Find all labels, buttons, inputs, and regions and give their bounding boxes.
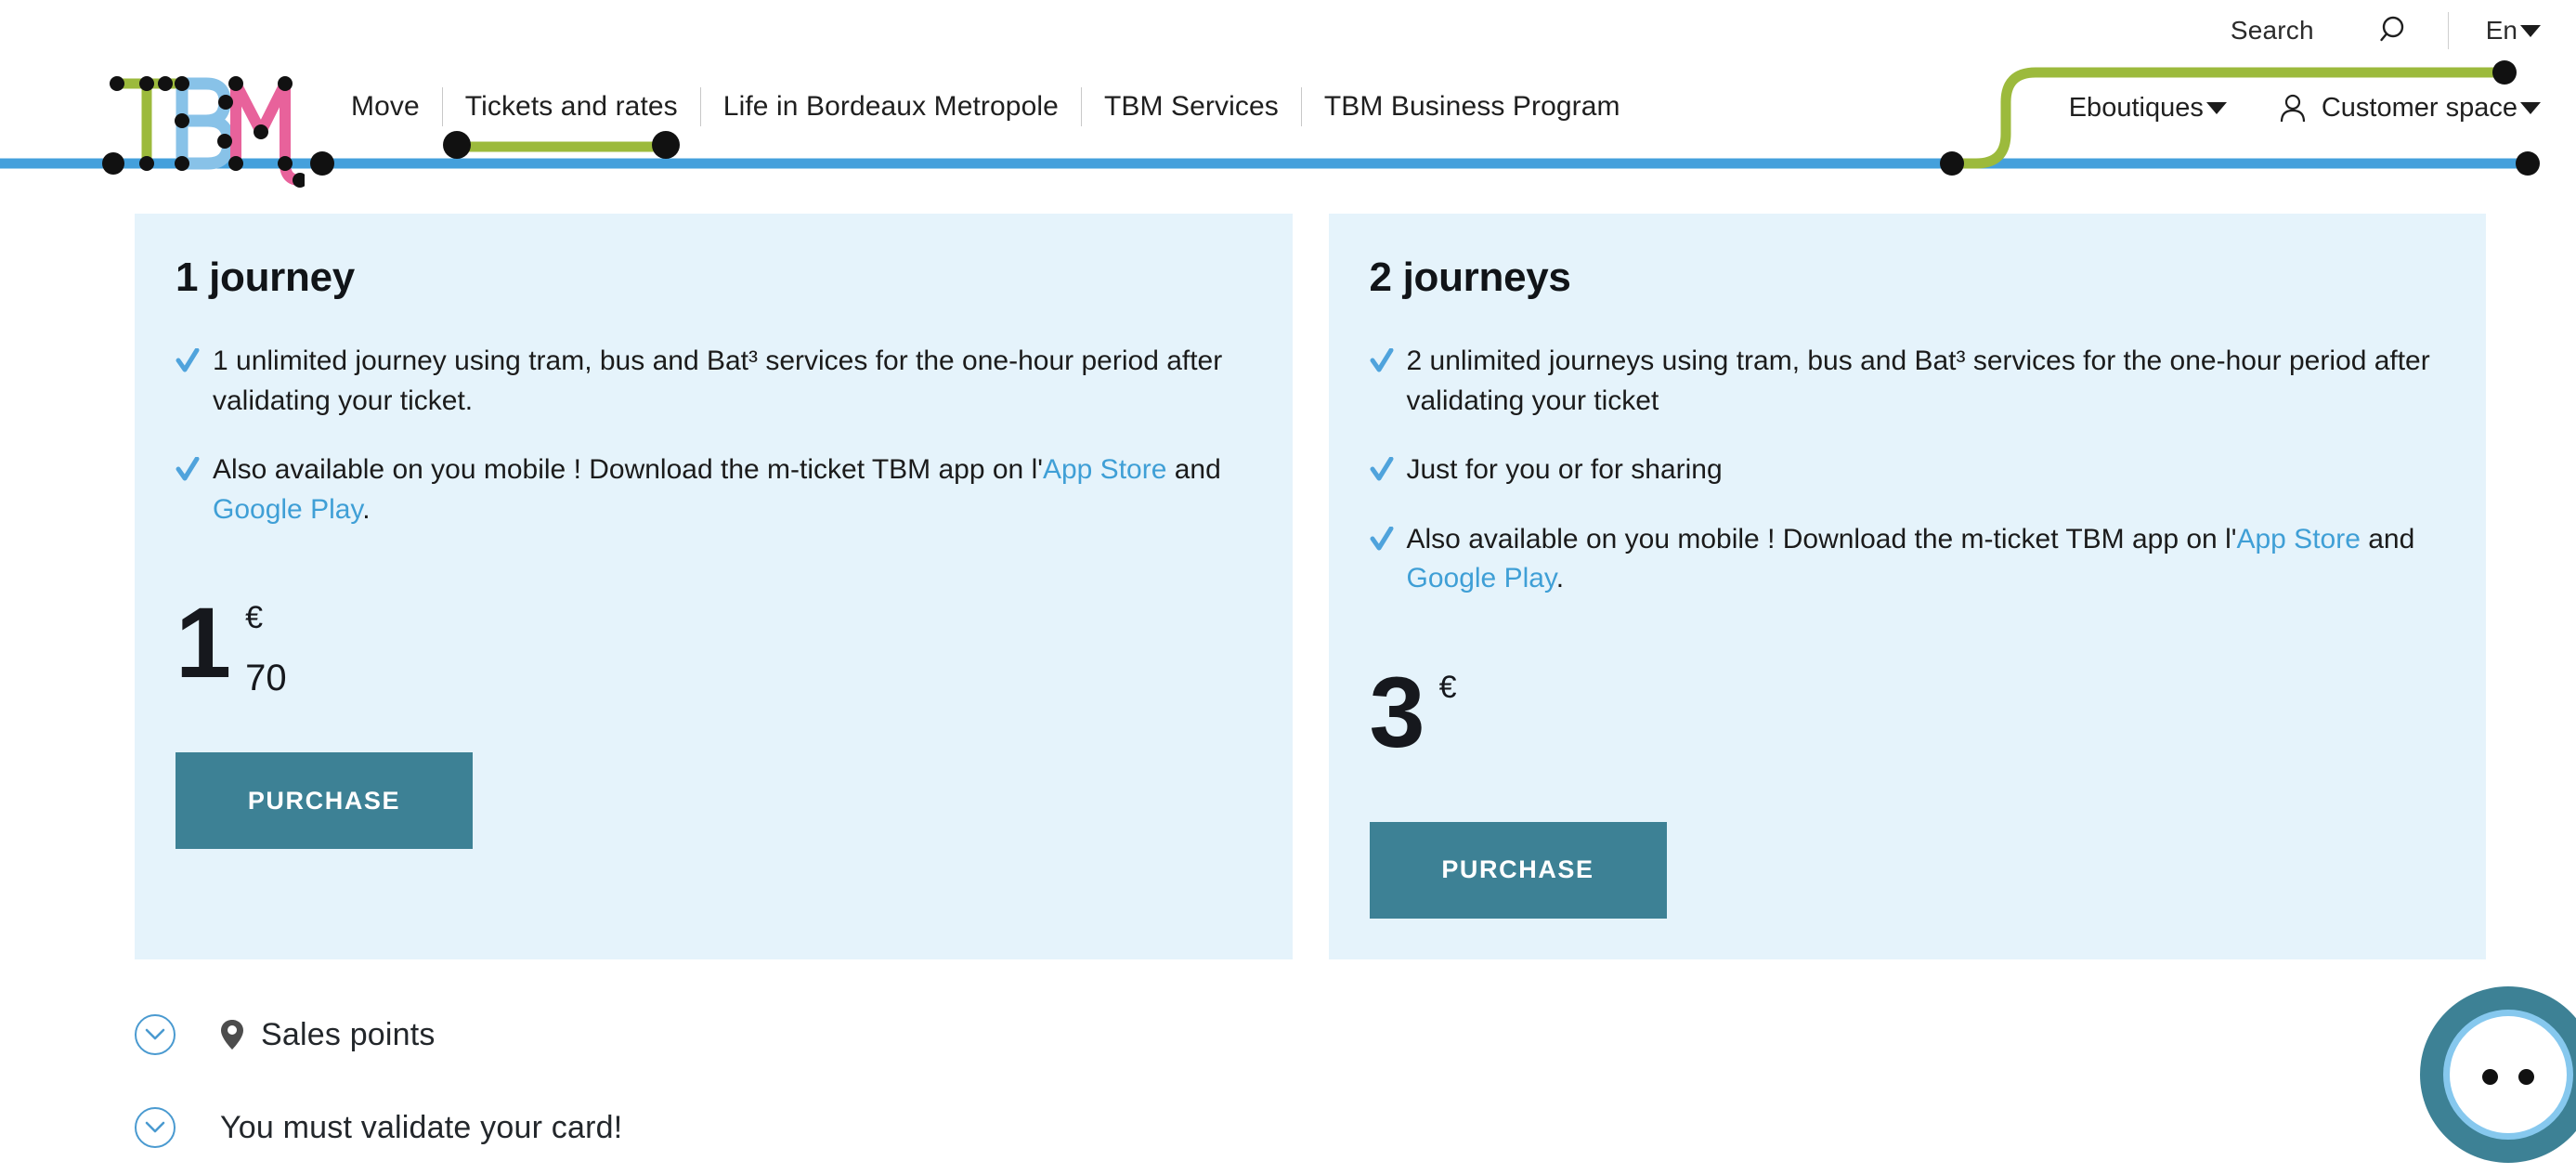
accordion-list: Sales points You must validate your card… xyxy=(135,988,2456,1174)
check-icon xyxy=(176,348,200,376)
feature-text: Just for you or for sharing xyxy=(1407,450,1723,490)
purchase-button[interactable]: PURCHASE xyxy=(1370,822,1667,919)
feature-item: 2 unlimited journeys using tram, bus and… xyxy=(1370,342,2446,421)
nav-item-tickets-and-rates[interactable]: Tickets and rates xyxy=(443,91,700,123)
google-play-link[interactable]: Google Play xyxy=(213,494,362,525)
check-icon xyxy=(1370,457,1394,485)
chevron-down-icon[interactable] xyxy=(135,1107,176,1148)
feature-text: Also available on you mobile ! Download … xyxy=(213,450,1252,529)
language-label: En xyxy=(2486,16,2517,46)
chat-avatar-eye-left xyxy=(2482,1069,2498,1085)
feature-text: 1 unlimited journey using tram, bus and … xyxy=(213,342,1252,421)
card-title: 1 journey xyxy=(176,254,1252,301)
main-navigation: Move Tickets and rates Life in Bordeaux … xyxy=(351,87,1643,126)
nav-item-life-in-bordeaux-metropole[interactable]: Life in Bordeaux Metropole xyxy=(701,91,1081,123)
feature-text: Also available on you mobile ! Download … xyxy=(1407,520,2446,599)
chevron-down-icon xyxy=(2520,25,2541,37)
feature-text-mid: and xyxy=(1166,454,1220,485)
accordion-label: Sales points xyxy=(261,1017,436,1053)
price-currency: € xyxy=(1439,672,1457,703)
app-store-link[interactable]: App Store xyxy=(2236,524,2360,554)
feature-item: 1 unlimited journey using tram, bus and … xyxy=(176,342,1252,421)
map-pin-icon xyxy=(220,1019,244,1050)
fare-card-2-journeys: 2 journeys 2 unlimited journeys using tr… xyxy=(1329,214,2487,959)
fare-card-1-journey: 1 journey 1 unlimited journey using tram… xyxy=(135,214,1293,959)
person-icon xyxy=(2279,94,2307,124)
price-suffix: € 70 xyxy=(245,602,287,697)
google-play-link[interactable]: Google Play xyxy=(1407,563,1556,594)
price-currency: € xyxy=(245,602,287,633)
price-display: 1 € 70 xyxy=(176,596,1252,698)
secondary-navigation: Eboutiques Customer space xyxy=(2069,93,2541,124)
top-utility-bar: Search En xyxy=(0,0,2576,61)
feature-item: Also available on you mobile ! Download … xyxy=(176,450,1252,529)
price-integer: 1 xyxy=(176,596,230,688)
feature-text-post: . xyxy=(1556,563,1564,594)
chevron-down-icon xyxy=(2206,102,2227,114)
topbar-divider xyxy=(2448,12,2449,49)
nav-item-customer-space[interactable]: Customer space xyxy=(2279,93,2541,124)
check-icon xyxy=(1370,348,1394,376)
price-suffix: € xyxy=(1439,672,1457,703)
app-store-link[interactable]: App Store xyxy=(1043,454,1166,485)
check-icon xyxy=(1370,527,1394,554)
check-icon xyxy=(176,457,200,485)
chevron-down-icon xyxy=(2520,102,2541,114)
tbm-logo[interactable] xyxy=(110,72,305,193)
nav-item-eboutiques[interactable]: Eboutiques xyxy=(2069,93,2227,124)
language-selector[interactable]: En xyxy=(2486,16,2541,46)
fare-cards-container: 1 journey 1 unlimited journey using tram… xyxy=(135,214,2486,959)
eboutiques-label: Eboutiques xyxy=(2069,93,2204,124)
chevron-down-icon[interactable] xyxy=(135,1014,176,1055)
chat-avatar-eye-right xyxy=(2518,1069,2534,1085)
customer-space-label: Customer space xyxy=(2322,93,2517,124)
feature-item: Just for you or for sharing xyxy=(1370,450,2446,490)
price-display: 3 € xyxy=(1370,666,2446,768)
accordion-item-validate-card[interactable]: You must validate your card! xyxy=(135,1081,2456,1174)
purchase-button[interactable]: PURCHASE xyxy=(176,752,473,849)
card-title: 2 journeys xyxy=(1370,254,2446,301)
price-integer: 3 xyxy=(1370,666,1425,758)
nav-item-tbm-services[interactable]: TBM Services xyxy=(1082,91,1301,123)
feature-text-pre: Also available on you mobile ! Download … xyxy=(1407,524,2237,554)
chat-assistant-avatar xyxy=(2443,1010,2573,1140)
nav-item-move[interactable]: Move xyxy=(351,91,442,123)
feature-text-mid: and xyxy=(2361,524,2414,554)
feature-text-pre: Also available on you mobile ! Download … xyxy=(213,454,1043,485)
feature-text-post: . xyxy=(362,494,370,525)
search-label[interactable]: Search xyxy=(2231,16,2314,46)
search-icon[interactable] xyxy=(2379,15,2411,46)
accordion-label: You must validate your card! xyxy=(220,1110,622,1146)
feature-text: 2 unlimited journeys using tram, bus and… xyxy=(1407,342,2446,421)
nav-item-tbm-business-program[interactable]: TBM Business Program xyxy=(1302,91,1643,123)
feature-item: Also available on you mobile ! Download … xyxy=(1370,520,2446,599)
accordion-item-sales-points[interactable]: Sales points xyxy=(135,988,2456,1081)
price-decimal: 70 xyxy=(245,659,287,697)
